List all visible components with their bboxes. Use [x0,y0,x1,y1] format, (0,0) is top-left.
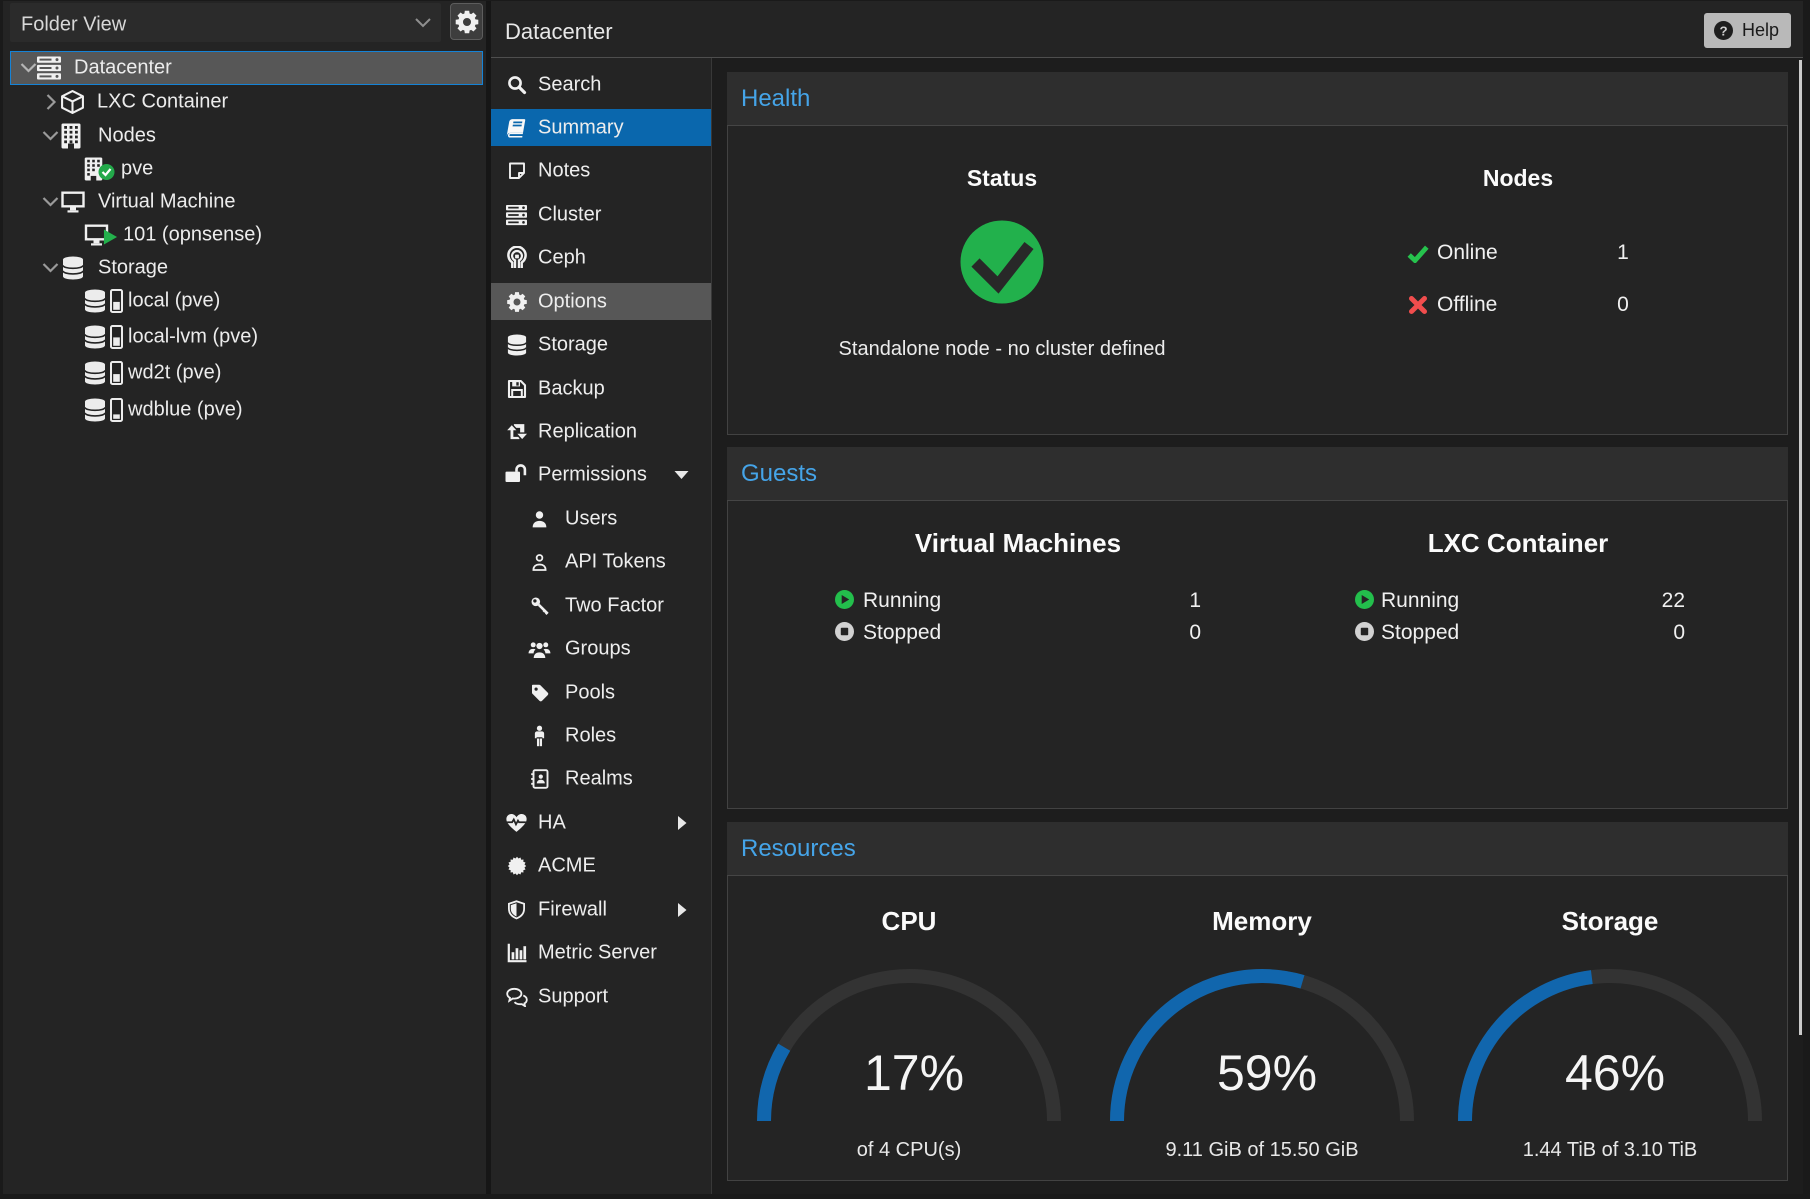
svg-text:?: ? [1719,23,1727,38]
